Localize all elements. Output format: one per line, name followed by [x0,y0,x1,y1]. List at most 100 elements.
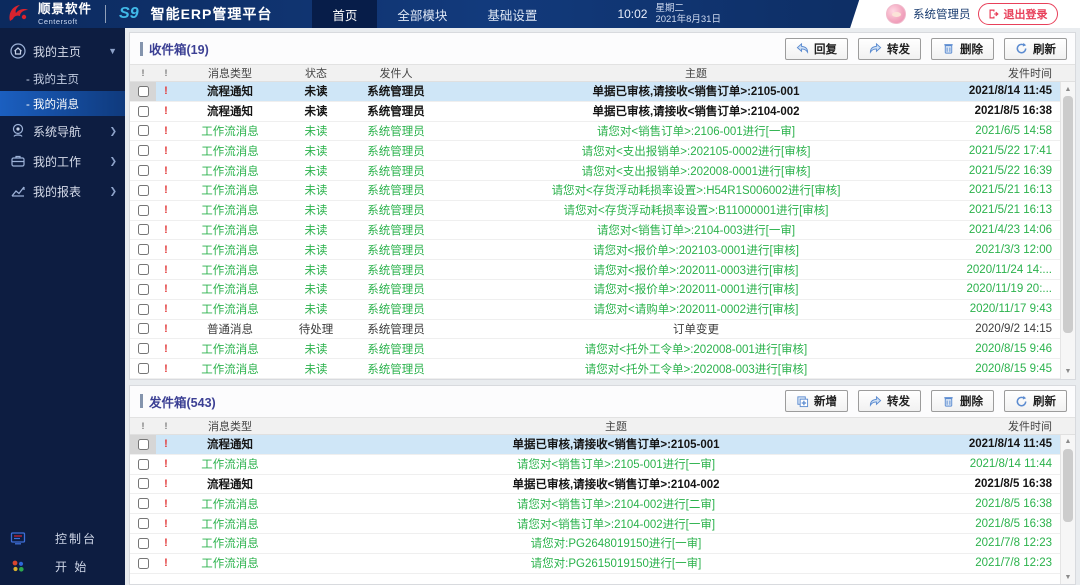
inbox-row[interactable]: !工作流消息未读系统管理员请您对<托外工令单>:202008-001进行[审核]… [130,339,1060,359]
inbox-row[interactable]: !工作流消息未读系统管理员请您对<存货浮动耗损率设置>:H54R1S006002… [130,181,1060,201]
row-checkbox[interactable] [138,518,149,529]
nav-tab-2[interactable]: 基础设置 [467,0,557,28]
delete-icon [942,42,955,55]
row-checkbox[interactable] [138,558,149,569]
inbox-button-0[interactable]: 回复 [785,38,848,60]
sidebar-footer-item-1[interactable]: 开 始 [0,553,125,579]
inbox-table-header: ! ! 消息类型 状态 发件人 主题 发件时间 [130,64,1075,82]
sidebar-item-2[interactable]: 我的工作❯ [0,146,125,176]
select-column-icon[interactable]: ! [130,68,156,78]
priority-flag-icon: ! [156,85,176,97]
sidebar-subitem-0-0[interactable]: - 我的主页 [0,66,125,91]
scroll-up-icon[interactable]: ▲ [1061,435,1075,449]
row-checkbox[interactable] [138,323,149,334]
row-checkbox[interactable] [138,165,149,176]
nav-tab-1[interactable]: 全部模块 [377,0,467,28]
row-checkbox[interactable] [138,244,149,255]
row-checkbox[interactable] [138,363,149,374]
outbox-row[interactable]: !工作流消息请您对<销售订单>:2105-001进行[一审]2021/8/14 … [130,455,1060,475]
row-checkbox[interactable] [138,538,149,549]
row-checkbox[interactable] [138,284,149,295]
inbox-row[interactable]: !工作流消息未读系统管理员请您对<报价单>:202011-0003进行[审核]2… [130,260,1060,280]
inbox-row[interactable]: !工作流消息未读系统管理员请您对<报价单>:202011-0001进行[审核]2… [130,280,1060,300]
button-label: 删除 [960,41,983,57]
col-subject[interactable]: 主题 [444,65,948,81]
inbox-row[interactable]: !工作流消息未读系统管理员请您对<销售订单>:2104-003进行[一审]202… [130,221,1060,241]
message-sender: 系统管理员 [348,222,444,238]
col-time[interactable]: 发件时间 [948,418,1060,434]
row-checkbox[interactable] [138,185,149,196]
col-subject[interactable]: 主题 [284,418,948,434]
button-label: 新增 [814,393,837,409]
inbox-button-2[interactable]: 删除 [931,38,994,60]
row-checkbox[interactable] [138,478,149,489]
logout-button[interactable]: 退出登录 [978,3,1058,25]
row-checkbox[interactable] [138,106,149,117]
message-time: 2021/8/14 11:45 [948,85,1060,97]
select-column-icon[interactable]: ! [130,421,156,431]
inbox-row[interactable]: !流程通知未读系统管理员单据已审核,请接收<销售订单>:2105-0012021… [130,82,1060,102]
outbox-titlebar: 发件箱(543) 新增转发删除刷新 [130,386,1075,417]
scroll-thumb[interactable] [1063,449,1073,522]
message-status: 未读 [284,281,348,297]
scroll-down-icon[interactable]: ▼ [1061,570,1075,584]
outbox-row[interactable]: !流程通知单据已审核,请接收<销售订单>:2104-0022021/8/5 16… [130,475,1060,495]
sidebar-item-1[interactable]: 系统导航❯ [0,116,125,146]
row-checkbox[interactable] [138,439,149,450]
row-checkbox[interactable] [138,304,149,315]
priority-column-icon[interactable]: ! [156,68,176,78]
col-time[interactable]: 发件时间 [948,65,1060,81]
message-type: 工作流消息 [176,143,284,159]
sidebar-item-3[interactable]: 我的报表❯ [0,176,125,206]
sidebar-subitem-0-1[interactable]: - 我的消息 [0,91,125,116]
scroll-up-icon[interactable]: ▲ [1061,82,1075,96]
outbox-scrollbar[interactable]: ▲ ▼ [1060,435,1075,584]
outbox-row[interactable]: !工作流消息请您对:PG2615019150进行[一审]2021/7/8 12:… [130,554,1060,574]
row-checkbox[interactable] [138,145,149,156]
scroll-down-icon[interactable]: ▼ [1061,365,1075,379]
outbox-button-3[interactable]: 刷新 [1004,390,1067,412]
inbox-row[interactable]: !普通消息待处理系统管理员订单变更2020/9/2 14:15 [130,320,1060,340]
row-checkbox[interactable] [138,343,149,354]
inbox-button-3[interactable]: 刷新 [1004,38,1067,60]
inbox-row[interactable]: !流程通知未读系统管理员单据已审核,请接收<销售订单>:2104-0022021… [130,102,1060,122]
outbox-row[interactable]: !工作流消息请您对<销售订单>:2104-002进行[二审]2021/8/5 1… [130,494,1060,514]
message-time: 2021/7/8 12:23 [948,537,1060,549]
inbox-button-1[interactable]: 转发 [858,38,921,60]
row-checkbox[interactable] [138,205,149,216]
inbox-row[interactable]: !工作流消息未读系统管理员请您对<支出报销单>:202008-0001进行[审核… [130,161,1060,181]
col-type[interactable]: 消息类型 [176,65,284,81]
inbox-row[interactable]: !工作流消息未读系统管理员请您对<销售订单>:2106-001进行[一审]202… [130,122,1060,142]
inbox-row[interactable]: !工作流消息未读系统管理员请您对<托外工令单>:202008-003进行[审核]… [130,359,1060,379]
message-type: 工作流消息 [176,202,284,218]
outbox-row[interactable]: !工作流消息请您对<销售订单>:2104-002进行[一审]2021/8/5 1… [130,514,1060,534]
inbox-scrollbar[interactable]: ▲ ▼ [1060,82,1075,379]
col-type[interactable]: 消息类型 [176,418,284,434]
inbox-row[interactable]: !工作流消息未读系统管理员请您对<支出报销单>:202105-0002进行[审核… [130,141,1060,161]
message-sender: 系统管理员 [348,103,444,119]
outbox-row[interactable]: !工作流消息请您对:PG2648019150进行[一审]2021/7/8 12:… [130,534,1060,554]
col-sender[interactable]: 发件人 [348,65,444,81]
row-checkbox[interactable] [138,459,149,470]
sidebar-footer-item-0[interactable]: 控制台 [0,525,125,551]
row-checkbox[interactable] [138,224,149,235]
inbox-row[interactable]: !工作流消息未读系统管理员请您对<报价单>:202103-0001进行[审核]2… [130,240,1060,260]
header-user-area: 系统管理员 退出登录 [868,0,1080,28]
row-checkbox[interactable] [138,125,149,136]
sidebar-item-0[interactable]: 我的主页▼ [0,36,125,66]
outbox-button-0[interactable]: 新增 [785,390,848,412]
inbox-row[interactable]: !工作流消息未读系统管理员请您对<请购单>:202011-0002进行[审核]2… [130,300,1060,320]
user-avatar[interactable] [886,4,906,24]
outbox-row[interactable]: !流程通知单据已审核,请接收<销售订单>:2105-0012021/8/14 1… [130,435,1060,455]
outbox-button-1[interactable]: 转发 [858,390,921,412]
row-checkbox[interactable] [138,86,149,97]
row-checkbox[interactable] [138,264,149,275]
inbox-row[interactable]: !工作流消息未读系统管理员请您对<存货浮动耗损率设置>:B11000001进行[… [130,201,1060,221]
row-checkbox[interactable] [138,498,149,509]
outbox-button-2[interactable]: 删除 [931,390,994,412]
scroll-thumb[interactable] [1063,96,1073,333]
priority-column-icon[interactable]: ! [156,421,176,431]
row-checkbox-cell [130,538,156,549]
nav-tab-0[interactable]: 首页 [312,0,377,28]
col-status[interactable]: 状态 [284,65,348,81]
